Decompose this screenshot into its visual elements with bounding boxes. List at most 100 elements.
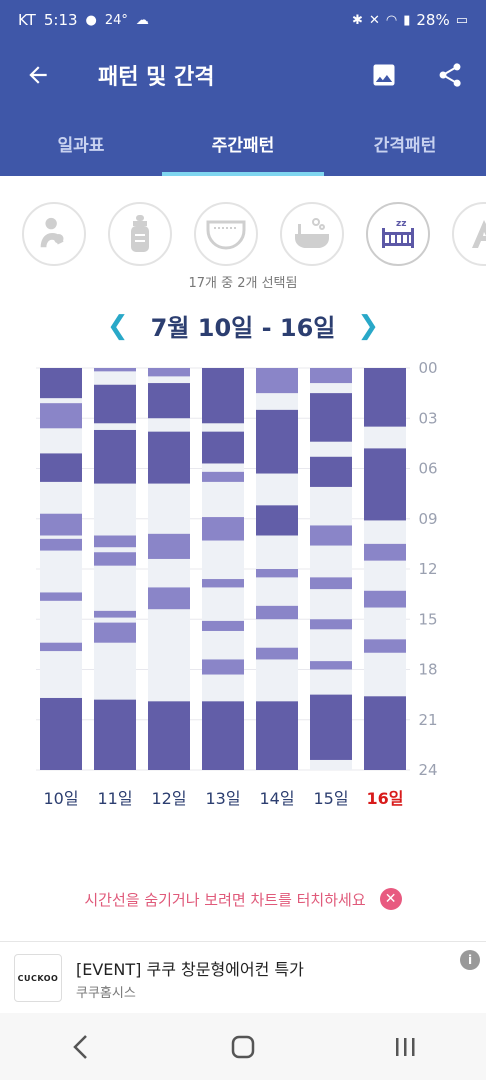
sleep-block[interactable] (310, 368, 352, 384)
sleep-block[interactable] (256, 605, 298, 620)
ad-info-icon[interactable]: i (460, 950, 480, 970)
sleep-block[interactable] (310, 456, 352, 487)
category-bath[interactable] (280, 202, 344, 266)
sleep-block[interactable] (202, 701, 244, 770)
nav-recents-icon[interactable] (385, 1027, 425, 1067)
sleep-block[interactable] (364, 368, 406, 427)
sleep-block[interactable] (202, 579, 244, 588)
sleep-block[interactable] (40, 592, 82, 601)
sleep-block[interactable] (148, 368, 190, 377)
sleep-block[interactable] (40, 513, 82, 536)
sleep-block[interactable] (202, 659, 244, 675)
sleep-block[interactable] (256, 505, 298, 536)
next-week-icon[interactable]: ❯ (357, 311, 379, 341)
sleep-block[interactable] (40, 368, 82, 399)
sleep-block[interactable] (40, 697, 82, 770)
close-hint-icon[interactable]: ✕ (379, 888, 402, 910)
letter-a-icon (472, 220, 486, 248)
sleep-block[interactable] (310, 393, 352, 442)
sleep-block[interactable] (148, 383, 190, 419)
sleep-block[interactable] (364, 639, 406, 653)
ad-logo: CUCKOO (14, 954, 62, 1002)
day-label: 14일 (259, 789, 294, 808)
day-label: 16일 (367, 789, 404, 808)
y-tick-label: 21 (418, 711, 437, 729)
feeding-mother-icon (40, 217, 64, 248)
sleep-block[interactable] (256, 409, 298, 474)
sleep-block[interactable] (40, 453, 82, 482)
sleep-block[interactable] (364, 543, 406, 561)
sleep-block[interactable] (94, 368, 136, 372)
sleep-block[interactable] (148, 533, 190, 559)
share-icon[interactable] (436, 61, 464, 89)
sleep-block[interactable] (256, 569, 298, 578)
sleep-block[interactable] (94, 552, 136, 566)
hint-text: 시간선을 숨기거나 보려면 차트를 터치하세요 (84, 890, 366, 909)
sleep-block[interactable] (310, 661, 352, 670)
sleep-block[interactable] (364, 448, 406, 521)
prev-week-icon[interactable]: ❮ (107, 311, 129, 341)
battery-text: 28% (416, 11, 450, 29)
sleep-block[interactable] (94, 384, 136, 424)
tab-schedule[interactable]: 일과표 (0, 110, 162, 176)
sleep-block[interactable] (202, 431, 244, 464)
category-more[interactable] (452, 202, 486, 266)
sleep-block[interactable] (94, 535, 136, 548)
hint-row: 시간선을 숨기거나 보려면 차트를 터치하세요 ✕ (0, 888, 486, 910)
sleep-block[interactable] (40, 538, 82, 551)
y-tick-label: 06 (418, 460, 437, 478)
ad-banner[interactable]: CUCKOO [EVENT] 쿠쿠 창문형에어컨 특가 쿠쿠홈시스 i (0, 941, 486, 1013)
system-nav-bar (0, 1013, 486, 1080)
category-sleep[interactable]: zz (366, 202, 430, 266)
sleep-block[interactable] (310, 619, 352, 630)
sleep-block[interactable] (202, 368, 244, 424)
category-diaper[interactable] (194, 202, 258, 266)
battery-icon: ▭ (455, 12, 468, 28)
nav-back-icon[interactable] (61, 1027, 101, 1067)
signal-icon: ▮ (403, 12, 411, 28)
sleep-block[interactable] (310, 525, 352, 546)
sleep-block[interactable] (310, 577, 352, 590)
day-label: 10일 (43, 789, 78, 808)
sleep-block[interactable] (364, 590, 406, 608)
sleep-block[interactable] (148, 431, 190, 484)
bottle-icon (131, 215, 149, 252)
mute-icon: ✕ (368, 12, 380, 28)
sleep-block[interactable] (94, 699, 136, 770)
ad-advertiser: 쿠쿠홈시스 (76, 986, 136, 1001)
selection-count: 17개 중 2개 선택됨 (188, 276, 298, 291)
sleep-block[interactable] (256, 368, 298, 394)
nav-home-icon[interactable] (223, 1027, 263, 1067)
back-arrow-icon[interactable] (0, 62, 76, 88)
day-label: 12일 (151, 789, 186, 808)
sleep-block[interactable] (202, 620, 244, 631)
ad-title: [EVENT] 쿠쿠 창문형에어컨 특가 (76, 960, 304, 979)
image-icon[interactable] (370, 61, 398, 89)
svg-text:zz: zz (396, 219, 406, 229)
tab-weekly-pattern[interactable]: 주간패턴 (162, 110, 324, 176)
day-label: 11일 (97, 789, 132, 808)
sleep-block[interactable] (256, 647, 298, 660)
sleep-block[interactable] (256, 701, 298, 770)
sleep-block[interactable] (202, 471, 244, 482)
sleep-block[interactable] (364, 696, 406, 770)
category-filter-row: zz (22, 202, 486, 268)
sleep-block[interactable] (310, 694, 352, 760)
sleep-block[interactable] (148, 701, 190, 770)
day-label: 13일 (205, 789, 240, 808)
y-tick-label: 03 (418, 409, 437, 427)
tab-interval-pattern[interactable]: 간격패턴 (324, 110, 486, 176)
sleep-block[interactable] (40, 403, 82, 429)
sleep-block[interactable] (40, 642, 82, 652)
weekly-pattern-chart[interactable]: 10일 11일 12일 13일 14일 15일 16일 00 03 06 09 12 15 18 21 24 (0, 362, 486, 822)
category-bottle[interactable] (108, 202, 172, 266)
y-tick-label: 24 (418, 761, 437, 779)
weather-temp: 24° (104, 12, 128, 28)
sleep-block[interactable] (202, 517, 244, 541)
sleep-block[interactable] (94, 610, 136, 618)
sleep-block[interactable] (94, 429, 136, 484)
sleep-block[interactable] (148, 587, 190, 610)
sleep-block[interactable] (94, 622, 136, 643)
category-feeding[interactable] (22, 202, 86, 266)
y-tick-label: 12 (418, 560, 437, 578)
